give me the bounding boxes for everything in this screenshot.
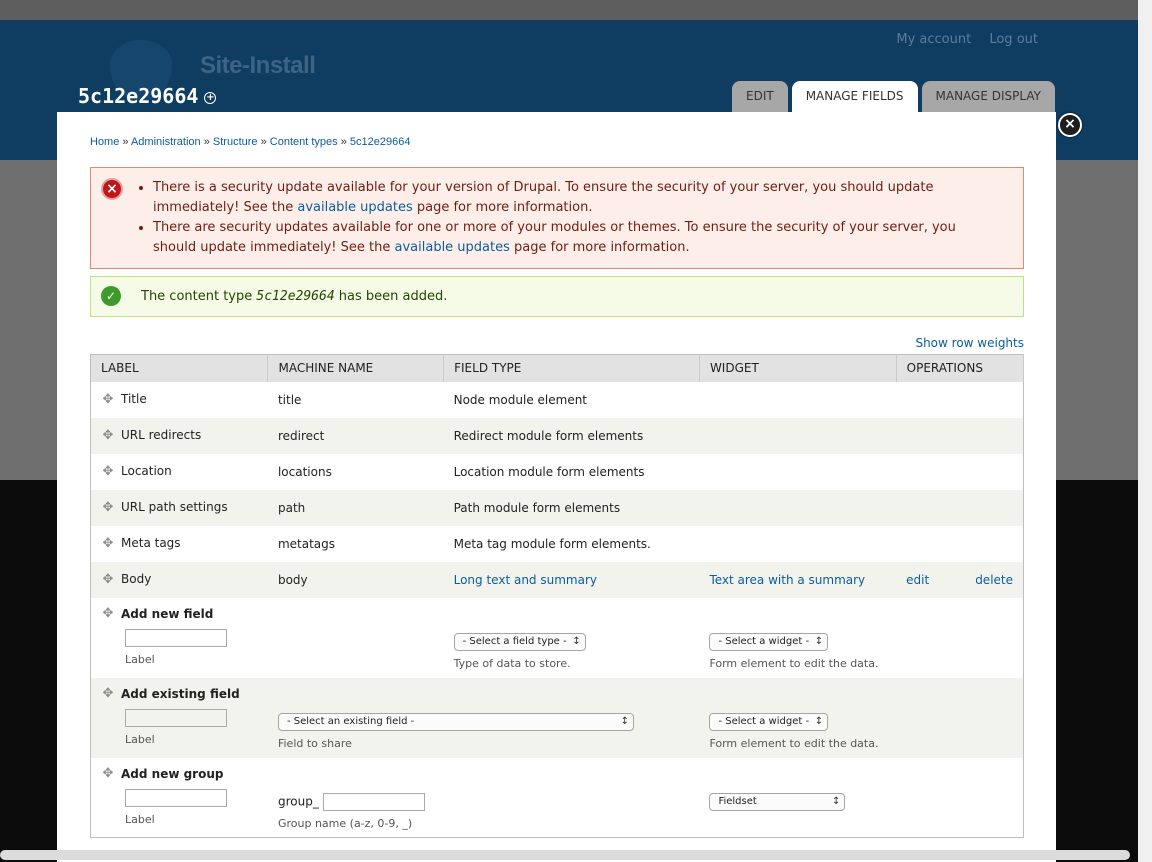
add-existing-field-row: ✥ Add existing field Label - Select an ex… <box>90 677 1024 758</box>
browser-top-bar <box>0 0 1152 20</box>
primary-tabs: EDIT MANAGE FIELDS MANAGE DISPLAY <box>732 81 1055 112</box>
group-format-select[interactable]: Fieldset <box>709 792 846 811</box>
drag-handle-icon[interactable]: ✥ <box>101 767 115 781</box>
edit-link[interactable]: edit <box>906 573 929 587</box>
drag-handle-icon[interactable]: ✥ <box>101 607 115 621</box>
page-title-text: 5c12e29664 <box>78 84 199 108</box>
table-row: ✥ URL redirects redirect Redirect module … <box>90 417 1024 454</box>
available-updates-link[interactable]: available updates <box>395 240 510 255</box>
breadcrumb-structure[interactable]: Structure <box>213 136 258 148</box>
error-message-item: There are security updates available for… <box>153 218 1003 258</box>
status-message: ✓ The content type 5c12e29664 has been a… <box>90 276 1024 317</box>
tab-edit[interactable]: EDIT <box>732 81 788 112</box>
site-name: Site-Install <box>200 52 316 79</box>
table-row: ✥ Location locations Location module form… <box>90 453 1024 490</box>
existing-field-widget-select[interactable]: - Select a widget - <box>709 712 829 731</box>
breadcrumb-current[interactable]: 5c12e29664 <box>350 136 411 148</box>
my-account-link[interactable]: My account <box>896 32 971 47</box>
top-links: My account Log out <box>882 32 1038 47</box>
breadcrumb-content-types[interactable]: Content types <box>270 136 338 148</box>
new-field-label-input[interactable] <box>125 629 227 647</box>
breadcrumb-home[interactable]: Home <box>90 136 119 148</box>
drag-handle-icon[interactable]: ✥ <box>101 537 115 551</box>
drag-handle-icon[interactable]: ✥ <box>101 429 115 443</box>
close-overlay-icon[interactable]: × <box>1058 113 1082 137</box>
available-updates-link[interactable]: available updates <box>297 200 412 215</box>
column-header-label: LABEL <box>90 354 269 382</box>
existing-field-select[interactable]: - Select an existing field - <box>277 712 634 731</box>
horizontal-scrollbar[interactable] <box>0 850 1130 860</box>
group-prefix: group_ <box>277 794 319 808</box>
existing-field-label-input[interactable] <box>125 709 227 727</box>
drag-handle-icon[interactable]: ✥ <box>101 687 115 701</box>
column-header-field-type: FIELD TYPE <box>443 354 700 382</box>
show-row-weights-link[interactable]: Show row weights <box>915 336 1024 350</box>
drag-handle-icon[interactable]: ✥ <box>101 465 115 479</box>
tab-manage-fields[interactable]: MANAGE FIELDS <box>791 81 918 112</box>
column-header-operations: OPERATIONS <box>896 354 1025 382</box>
add-new-group-row: ✥ Add new group Label group_ Group name (… <box>90 757 1024 838</box>
table-row: ✥ Title title Node module element <box>90 381 1024 418</box>
breadcrumb: Home » Administration » Structure » Cont… <box>90 136 411 148</box>
drag-handle-icon[interactable]: ✥ <box>101 393 115 407</box>
log-out-link[interactable]: Log out <box>989 32 1038 47</box>
error-message-item: There is a security update available for… <box>153 178 1003 218</box>
drag-handle-icon[interactable]: ✥ <box>101 501 115 515</box>
vertical-scrollbar[interactable] <box>1138 0 1152 862</box>
group-name-input[interactable] <box>322 792 425 811</box>
overlay-panel: Home » Administration » Structure » Cont… <box>57 112 1056 862</box>
field-type-link[interactable]: Long text and summary <box>454 573 597 587</box>
new-field-widget-select[interactable]: - Select a widget - <box>709 632 829 651</box>
tab-manage-display[interactable]: MANAGE DISPLAY <box>921 81 1055 112</box>
table-row: ✥ Body body Long text and summary Text ar… <box>90 561 1024 598</box>
table-row: ✥ Meta tags metatags Meta tag module form… <box>90 525 1024 562</box>
table-row: ✥ URL path settings path Path module form… <box>90 489 1024 526</box>
group-label-input[interactable] <box>125 789 227 807</box>
fields-table: LABEL MACHINE NAME FIELD TYPE WIDGET OPE… <box>90 354 1025 838</box>
checkmark-icon: ✓ <box>101 286 121 306</box>
field-type-select[interactable]: - Select a field type - <box>453 632 586 651</box>
page-title: 5c12e29664 + <box>78 84 217 108</box>
error-messages: × There is a security update available f… <box>90 167 1024 269</box>
error-icon: × <box>101 178 123 200</box>
column-header-widget: WIDGET <box>699 354 897 382</box>
breadcrumb-administration[interactable]: Administration <box>131 136 201 148</box>
delete-link[interactable]: delete <box>975 573 1013 587</box>
column-header-machine-name: MACHINE NAME <box>267 354 445 382</box>
drag-handle-icon[interactable]: ✥ <box>101 573 115 587</box>
widget-link[interactable]: Text area with a summary <box>709 573 865 587</box>
add-new-field-row: ✥ Add new field Label - Select a field ty… <box>90 597 1024 678</box>
shortcut-add-icon[interactable]: + <box>204 91 217 104</box>
